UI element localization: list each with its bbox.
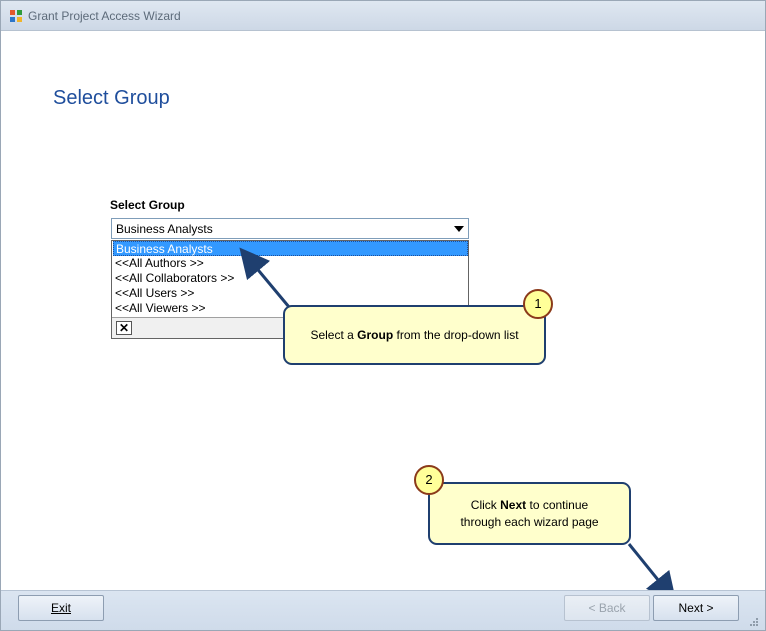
app-logo-icon — [8, 8, 24, 24]
callout-1-bold: Group — [357, 328, 394, 342]
window-title: Grant Project Access Wizard — [28, 9, 181, 23]
group-select-value: Business Analysts — [116, 222, 213, 236]
title-bar: Grant Project Access Wizard — [1, 1, 765, 31]
callout-2-line1-after: to continue — [526, 498, 589, 512]
select-group-label: Select Group — [110, 198, 185, 212]
callout-2-line2: through each wizard page — [460, 515, 599, 529]
callout-1-text-after: from the drop-down list — [393, 328, 519, 342]
dropdown-arrow-icon[interactable] — [454, 226, 464, 232]
callout-2-badge: 2 — [414, 465, 444, 495]
page-title: Select Group — [53, 87, 170, 109]
wizard-window: Grant Project Access Wizard Select Group… — [0, 0, 766, 631]
option-all-collaborators[interactable]: <<All Collaborators >> — [113, 271, 468, 286]
option-all-users[interactable]: <<All Users >> — [113, 286, 468, 301]
resize-grip-icon[interactable] — [749, 614, 759, 626]
exit-button-label: Exit — [50, 601, 71, 615]
callout-2-arrow — [627, 543, 677, 603]
callout-1-text-before: Select a — [310, 328, 358, 342]
next-button-label: Next > — [678, 601, 714, 615]
exit-button[interactable]: Exit — [18, 595, 104, 621]
callout-1: Select a Group from the drop-down list — [283, 305, 546, 365]
back-button[interactable]: < Back — [564, 595, 650, 621]
callout-2: Click Next to continue through each wiza… — [428, 482, 631, 545]
group-select[interactable]: Business Analysts — [111, 218, 469, 239]
next-button[interactable]: Next > — [653, 595, 739, 621]
callout-2-line1-before: Click — [470, 498, 501, 512]
callout-1-badge: 1 — [523, 289, 553, 319]
wizard-footer: Exit < Back Next > — [1, 590, 765, 630]
option-all-authors[interactable]: <<All Authors >> — [113, 256, 468, 271]
close-icon[interactable]: ✕ — [116, 321, 132, 335]
callout-2-bold: Next — [500, 498, 527, 512]
back-button-label: < Back — [588, 601, 626, 615]
option-business-analysts[interactable]: Business Analysts — [113, 241, 468, 256]
